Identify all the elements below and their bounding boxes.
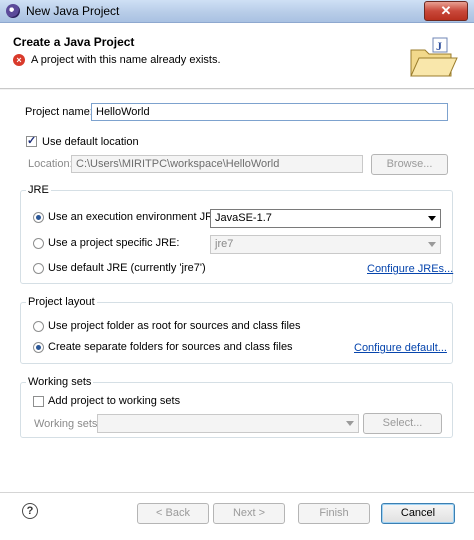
add-to-working-sets-checkbox[interactable] (33, 396, 44, 407)
layout-project-root-label: Use project folder as root for sources a… (48, 320, 301, 332)
working-sets-label: Working sets: (34, 418, 101, 430)
header-separator (0, 89, 474, 90)
select-working-sets-button[interactable]: Select... (363, 413, 442, 434)
back-button[interactable]: < Back (137, 503, 209, 524)
svg-text:J: J (436, 39, 442, 53)
window-titlebar: New Java Project ✕ (0, 0, 474, 23)
error-message: A project with this name already exists. (31, 54, 221, 66)
browse-button[interactable]: Browse... (371, 154, 448, 175)
configure-default-link[interactable]: Configure default... (354, 342, 447, 354)
location-label: Location: (28, 158, 73, 170)
help-icon[interactable]: ? (22, 503, 38, 519)
jre-execution-env-label: Use an execution environment JRE: (48, 211, 224, 223)
footer-separator (0, 492, 474, 493)
cancel-button[interactable]: Cancel (381, 503, 455, 524)
layout-project-root-radio[interactable] (33, 321, 44, 332)
project-specific-jre-value: jre7 (215, 238, 234, 250)
chevron-down-icon (346, 421, 354, 426)
jre-project-specific-label: Use a project specific JRE: (48, 237, 180, 249)
wizard-heading: Create a Java Project (13, 35, 135, 49)
window-title: New Java Project (26, 4, 120, 18)
project-layout-group-title: Project layout (26, 296, 97, 308)
finish-button[interactable]: Finish (298, 503, 370, 524)
eclipse-icon (6, 4, 20, 18)
new-java-project-folder-icon: J (410, 37, 458, 77)
layout-separate-folders-label: Create separate folders for sources and … (48, 341, 293, 353)
working-sets-group-title: Working sets (26, 376, 94, 388)
execution-env-value: JavaSE-1.7 (215, 212, 272, 224)
jre-group-title: JRE (26, 184, 51, 196)
window-close-button[interactable]: ✕ (424, 1, 468, 21)
use-default-location-checkbox[interactable] (26, 134, 37, 147)
configure-jres-link[interactable]: Configure JREs... (367, 263, 453, 275)
execution-env-select[interactable]: JavaSE-1.7 (210, 209, 441, 228)
jre-default-label: Use default JRE (currently 'jre7') (48, 262, 206, 274)
location-input[interactable]: C:\Users\MIRITPC\workspace\HelloWorld (71, 155, 363, 173)
layout-separate-folders-radio[interactable] (33, 342, 44, 353)
project-layout-group (20, 302, 453, 364)
project-name-input[interactable]: HelloWorld (91, 103, 448, 121)
use-default-location-label: Use default location (42, 136, 139, 148)
chevron-down-icon (428, 216, 436, 221)
jre-default-radio[interactable] (33, 263, 44, 274)
next-button[interactable]: Next > (213, 503, 285, 524)
add-to-working-sets-label: Add project to working sets (48, 395, 181, 407)
wizard-header: Create a Java Project × A project with t… (0, 23, 474, 89)
working-sets-select[interactable] (97, 414, 359, 433)
chevron-down-icon (428, 242, 436, 247)
jre-execution-env-radio[interactable] (33, 212, 44, 223)
error-icon: × (13, 54, 25, 66)
project-name-label: Project name: (25, 106, 93, 118)
jre-project-specific-radio[interactable] (33, 238, 44, 249)
project-specific-jre-select[interactable]: jre7 (210, 235, 441, 254)
